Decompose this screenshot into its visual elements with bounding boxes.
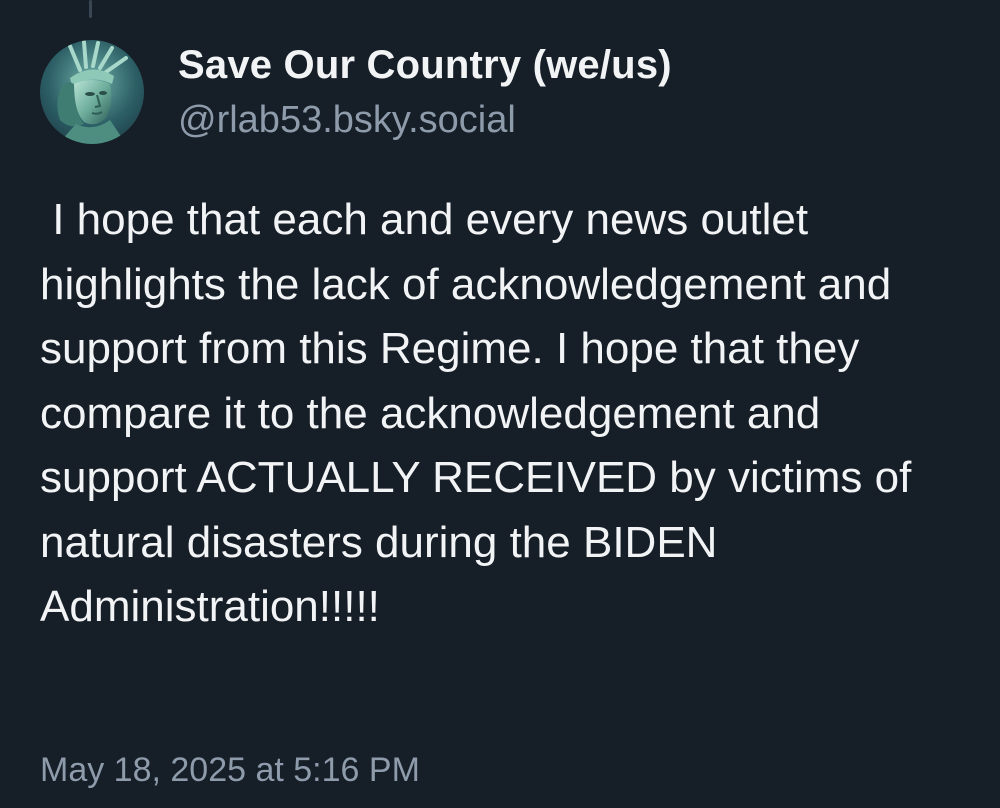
thread-connector-line [89, 0, 92, 18]
author-names: Save Our Country (we/us) @rlab53.bsky.so… [178, 40, 672, 144]
statue-of-liberty-icon [40, 40, 144, 144]
post-header: Save Our Country (we/us) @rlab53.bsky.so… [40, 40, 672, 144]
author-display-name[interactable]: Save Our Country (we/us) [178, 40, 672, 90]
author-handle[interactable]: @rlab53.bsky.social [178, 96, 672, 144]
avatar[interactable] [40, 40, 144, 144]
post-body-text: I hope that each and every news outlet h… [40, 195, 924, 631]
post-timestamp[interactable]: May 18, 2025 at 5:16 PM [40, 746, 420, 794]
